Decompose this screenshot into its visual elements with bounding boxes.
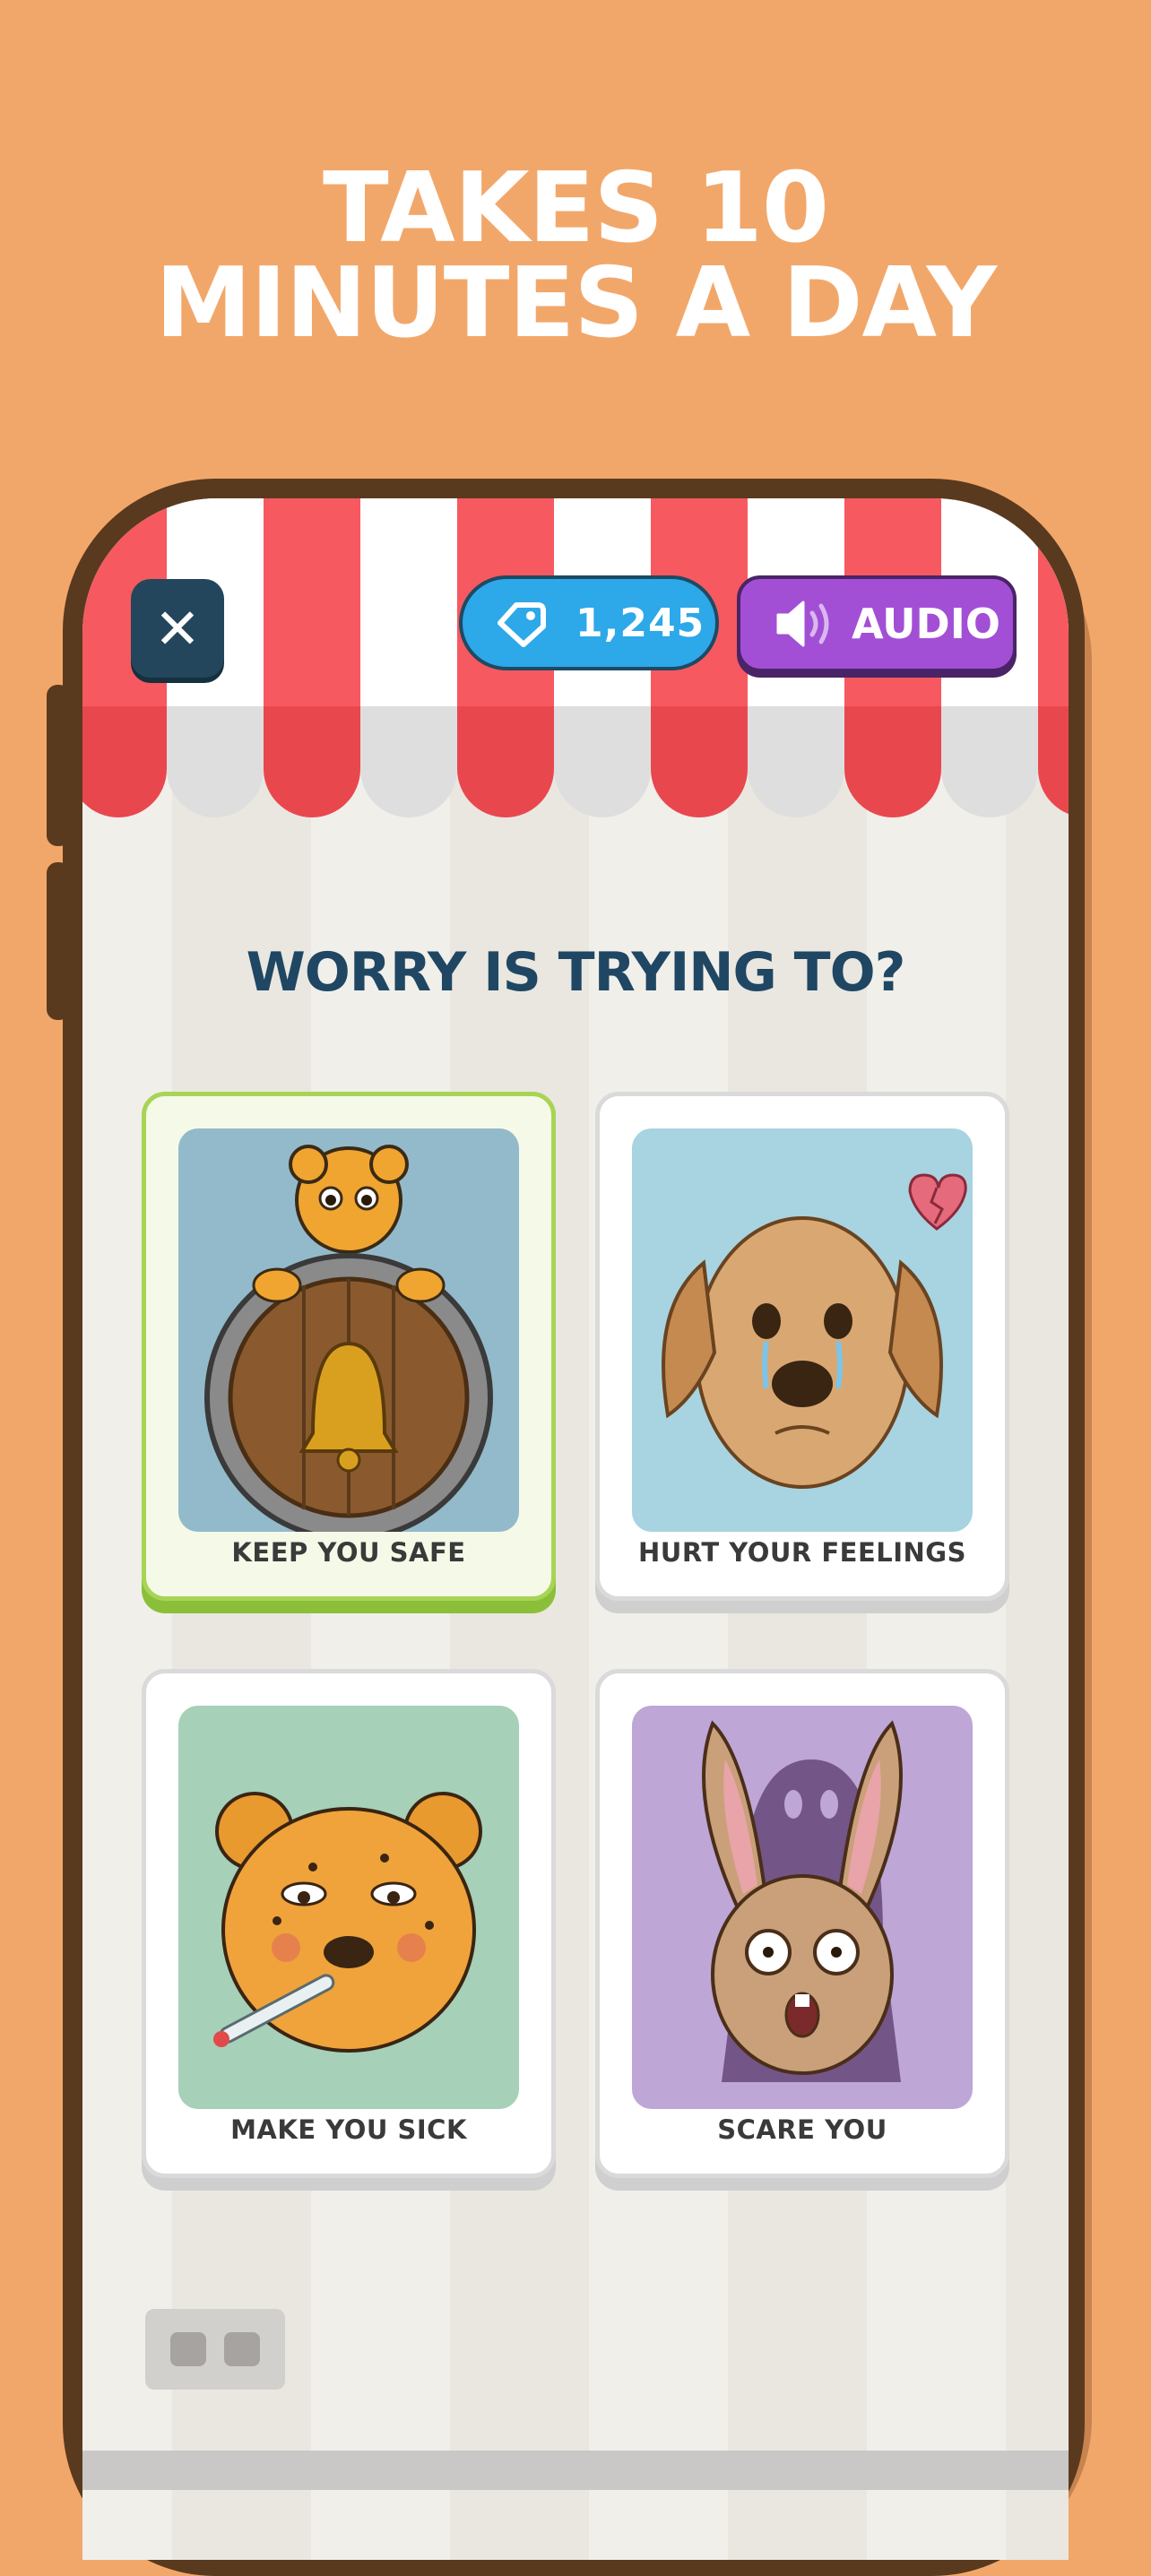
close-icon: ✕ xyxy=(154,595,201,661)
answer-card-hurt-your-feelings[interactable]: HURT YOUR FEELINGS xyxy=(595,1092,1009,1601)
scared-rabbit-illustration xyxy=(632,1706,973,2109)
gem-counter[interactable]: 1,245 xyxy=(459,575,719,670)
close-button[interactable]: ✕ xyxy=(131,579,224,678)
question-title: WORRY IS TRYING TO? xyxy=(246,941,906,1004)
answer-label: SCARE YOU xyxy=(717,2114,887,2145)
pause-button[interactable] xyxy=(145,2309,285,2390)
gem-icon xyxy=(498,602,546,647)
audio-button[interactable]: AUDIO xyxy=(737,575,1017,672)
pause-icon-bar-left xyxy=(170,2332,206,2366)
sick-cheetah-illustration xyxy=(178,1706,519,2109)
audio-label: AUDIO xyxy=(852,600,1000,648)
cheetah-bell-shield-illustration xyxy=(178,1128,519,1532)
speaker-icon xyxy=(776,601,829,647)
pause-icon-bar-right xyxy=(224,2332,260,2366)
phone-side-button-upper xyxy=(47,685,70,846)
answer-card-make-you-sick[interactable]: MAKE YOU SICK xyxy=(142,1669,556,2178)
answer-label: KEEP YOU SAFE xyxy=(231,1537,466,1568)
promo-title: TAKES 10 MINUTES A DAY xyxy=(0,152,1151,359)
answer-card-keep-you-safe[interactable]: KEEP YOU SAFE xyxy=(142,1092,556,1601)
answer-label: MAKE YOU SICK xyxy=(230,2114,467,2145)
answer-card-scare-you[interactable]: SCARE YOU xyxy=(595,1669,1009,2178)
promo-title-line-2: MINUTES A DAY xyxy=(155,247,997,359)
crying-dog-illustration xyxy=(632,1128,973,1532)
promo-title-line-1: TAKES 10 xyxy=(322,152,829,264)
answer-label: HURT YOUR FEELINGS xyxy=(638,1537,966,1568)
gem-count: 1,245 xyxy=(576,600,705,646)
bottom-bar xyxy=(82,2451,1069,2490)
